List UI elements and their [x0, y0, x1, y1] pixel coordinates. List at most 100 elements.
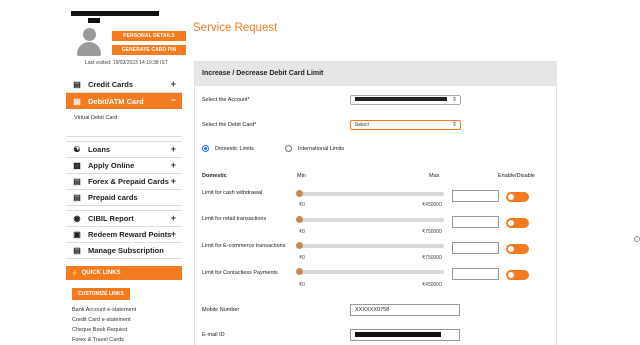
expand-plus-icon[interactable]: + [171, 230, 176, 239]
sidebar-item-apply-online[interactable]: ▩ Apply Online + [66, 158, 182, 174]
sidebar-item-label: CIBIL Report [88, 214, 134, 223]
chevron-updown-icon: ⇕ [451, 97, 457, 103]
international-limits-label: International Limits [298, 145, 345, 152]
account-select[interactable]: ⇕ [350, 95, 461, 105]
limit-enable-toggle[interactable] [506, 218, 529, 228]
limit-row-label: Limit for cash withdrawal [202, 190, 263, 196]
gift-icon: ▣ [73, 230, 81, 239]
avatar-head [83, 28, 96, 41]
toggle-knob [508, 220, 514, 226]
quick-link[interactable]: Bank Account e-statement [72, 305, 136, 315]
sidebar-subitem-virtual-debit-card[interactable]: Virtual Debit Card [66, 109, 182, 137]
debit-limit-panel: Increase / Decrease Debit Card Limit Sel… [194, 61, 557, 345]
slider-thumb[interactable] [296, 216, 303, 223]
toggle-knob [508, 246, 514, 252]
slider-thumb[interactable] [296, 242, 303, 249]
limit-amount-input[interactable] [452, 190, 499, 202]
sidebar-item-label: Forex & Prepaid Cards [88, 177, 169, 186]
cibil-icon: ◉ [73, 214, 81, 223]
sidebar-item-label: Manage Subscription [88, 246, 164, 255]
email-label: E-mail ID [202, 332, 225, 338]
column-header-domestic: Domestic [202, 173, 227, 179]
mobile-number-field[interactable]: XXXXXX0758 [350, 304, 460, 316]
scroll-indicator[interactable] [634, 236, 640, 242]
limit-amount-input[interactable] [452, 242, 499, 254]
slider-thumb[interactable] [296, 268, 303, 275]
limit-row-label: Limit for retail transactions [202, 216, 267, 222]
sidebar-item-redeem-reward-points[interactable]: ▣ Redeem Reward Points + [66, 227, 182, 243]
slider-thumb[interactable] [296, 190, 303, 197]
radio-selected-icon [202, 145, 209, 152]
sidebar-item-label: Debit/ATM Card [88, 96, 144, 106]
sidebar-item-prepaid-cards[interactable]: ▤ Prepaid cards [66, 190, 182, 206]
limit-max-value: ₹750000 [422, 255, 442, 261]
expand-plus-icon[interactable]: + [171, 214, 176, 223]
sidebar-item-loans[interactable]: ☯ Loans + [66, 142, 182, 158]
expand-plus-icon[interactable]: + [171, 80, 176, 89]
lightning-icon: ⚡ [71, 270, 79, 277]
select-account-label: Select the Account* [202, 97, 250, 103]
domestic-limits-radio[interactable]: Domestic Limits [202, 145, 254, 152]
quick-link[interactable]: Cheque Book Request [72, 325, 136, 335]
limit-slider[interactable] [296, 268, 444, 275]
sidebar-nav: ▤ Credit Cards + ▤ Debit/ATM Card − Virt… [66, 77, 182, 259]
expand-plus-icon[interactable]: + [171, 145, 176, 154]
limit-amount-input[interactable] [452, 268, 499, 280]
laptop-icon: ▩ [73, 161, 81, 170]
personal-details-button[interactable]: PERSONAL DETAILS [112, 31, 186, 41]
debit-card-select[interactable]: Select ⇕ [350, 120, 461, 130]
handshake-icon: ☯ [73, 145, 81, 154]
sidebar-item-cibil-report[interactable]: ◉ CIBIL Report + [66, 211, 182, 227]
quick-link[interactable]: Credit Card e-statement [72, 315, 136, 325]
subscription-icon: ▤ [73, 246, 81, 255]
limit-slider[interactable] [296, 216, 444, 223]
sidebar-item-debit-atm-card[interactable]: ▤ Debit/ATM Card − [66, 93, 182, 109]
mobile-number-label: Mobile Number [202, 307, 240, 313]
expand-plus-icon[interactable]: + [171, 161, 176, 170]
quick-links-header: ⚡ QUICK LINKS [66, 266, 182, 280]
toggle-knob [508, 194, 514, 200]
sidebar-item-label: Credit Cards [88, 80, 134, 89]
sidebar-item-label: Prepaid cards [88, 193, 138, 202]
limit-enable-toggle[interactable] [506, 244, 529, 254]
customize-links-button[interactable]: CUSTOMIZE LINKS [72, 288, 130, 300]
limit-enable-toggle[interactable] [506, 192, 529, 202]
email-field[interactable] [350, 329, 460, 341]
limit-max-value: ₹450000 [422, 282, 442, 288]
limit-max-value: ₹750000 [422, 229, 442, 235]
limit-min-value: ₹0 [299, 202, 305, 208]
column-header-min: Min [297, 173, 306, 179]
forex-card-icon: ▤ [73, 177, 81, 186]
column-header-enable-disable: Enable/Disable [498, 173, 535, 179]
limit-enable-toggle[interactable] [506, 270, 529, 280]
quick-link[interactable]: Forex & Travel Cards [72, 335, 136, 345]
international-limits-radio[interactable]: International Limits [285, 145, 344, 152]
avatar [76, 26, 102, 56]
sidebar-item-manage-subscription[interactable]: ▤ Manage Subscription [66, 243, 182, 259]
limit-max-value: ₹450000 [422, 202, 442, 208]
domestic-limits-label: Domestic Limits [215, 145, 254, 152]
redacted-user-id [88, 18, 100, 23]
limit-slider[interactable] [296, 190, 444, 197]
select-card-label: Select the Debit Card* [202, 122, 257, 128]
sidebar-item-label: Redeem Reward Points [88, 230, 172, 239]
debit-card-icon: ▤ [73, 96, 81, 106]
toggle-knob [508, 272, 514, 278]
quick-links-title: QUICK LINKS [81, 270, 121, 276]
limit-amount-input[interactable] [452, 216, 499, 228]
sidebar-item-credit-cards[interactable]: ▤ Credit Cards + [66, 77, 182, 93]
generate-card-pin-button[interactable]: GENERATE CARD PIN [112, 45, 186, 55]
limit-row-label: Limit for Contactless Payments [202, 270, 278, 276]
redacted-user-name [71, 11, 159, 16]
collapse-minus-icon[interactable]: − [171, 96, 176, 105]
column-header-max: Max [429, 173, 440, 179]
limit-min-value: ₹0 [299, 282, 305, 288]
limit-min-value: ₹0 [299, 255, 305, 261]
sidebar-item-label: Apply Online [88, 161, 135, 170]
last-visited-text: Last visited: 19/03/2023 14:10:38 IST [85, 60, 168, 66]
limit-slider[interactable] [296, 242, 444, 249]
expand-plus-icon[interactable]: + [171, 177, 176, 186]
sidebar-item-forex-prepaid-cards[interactable]: ▤ Forex & Prepaid Cards + [66, 174, 182, 190]
chevron-updown-icon: ⇕ [451, 122, 457, 128]
redacted-email [355, 332, 441, 338]
